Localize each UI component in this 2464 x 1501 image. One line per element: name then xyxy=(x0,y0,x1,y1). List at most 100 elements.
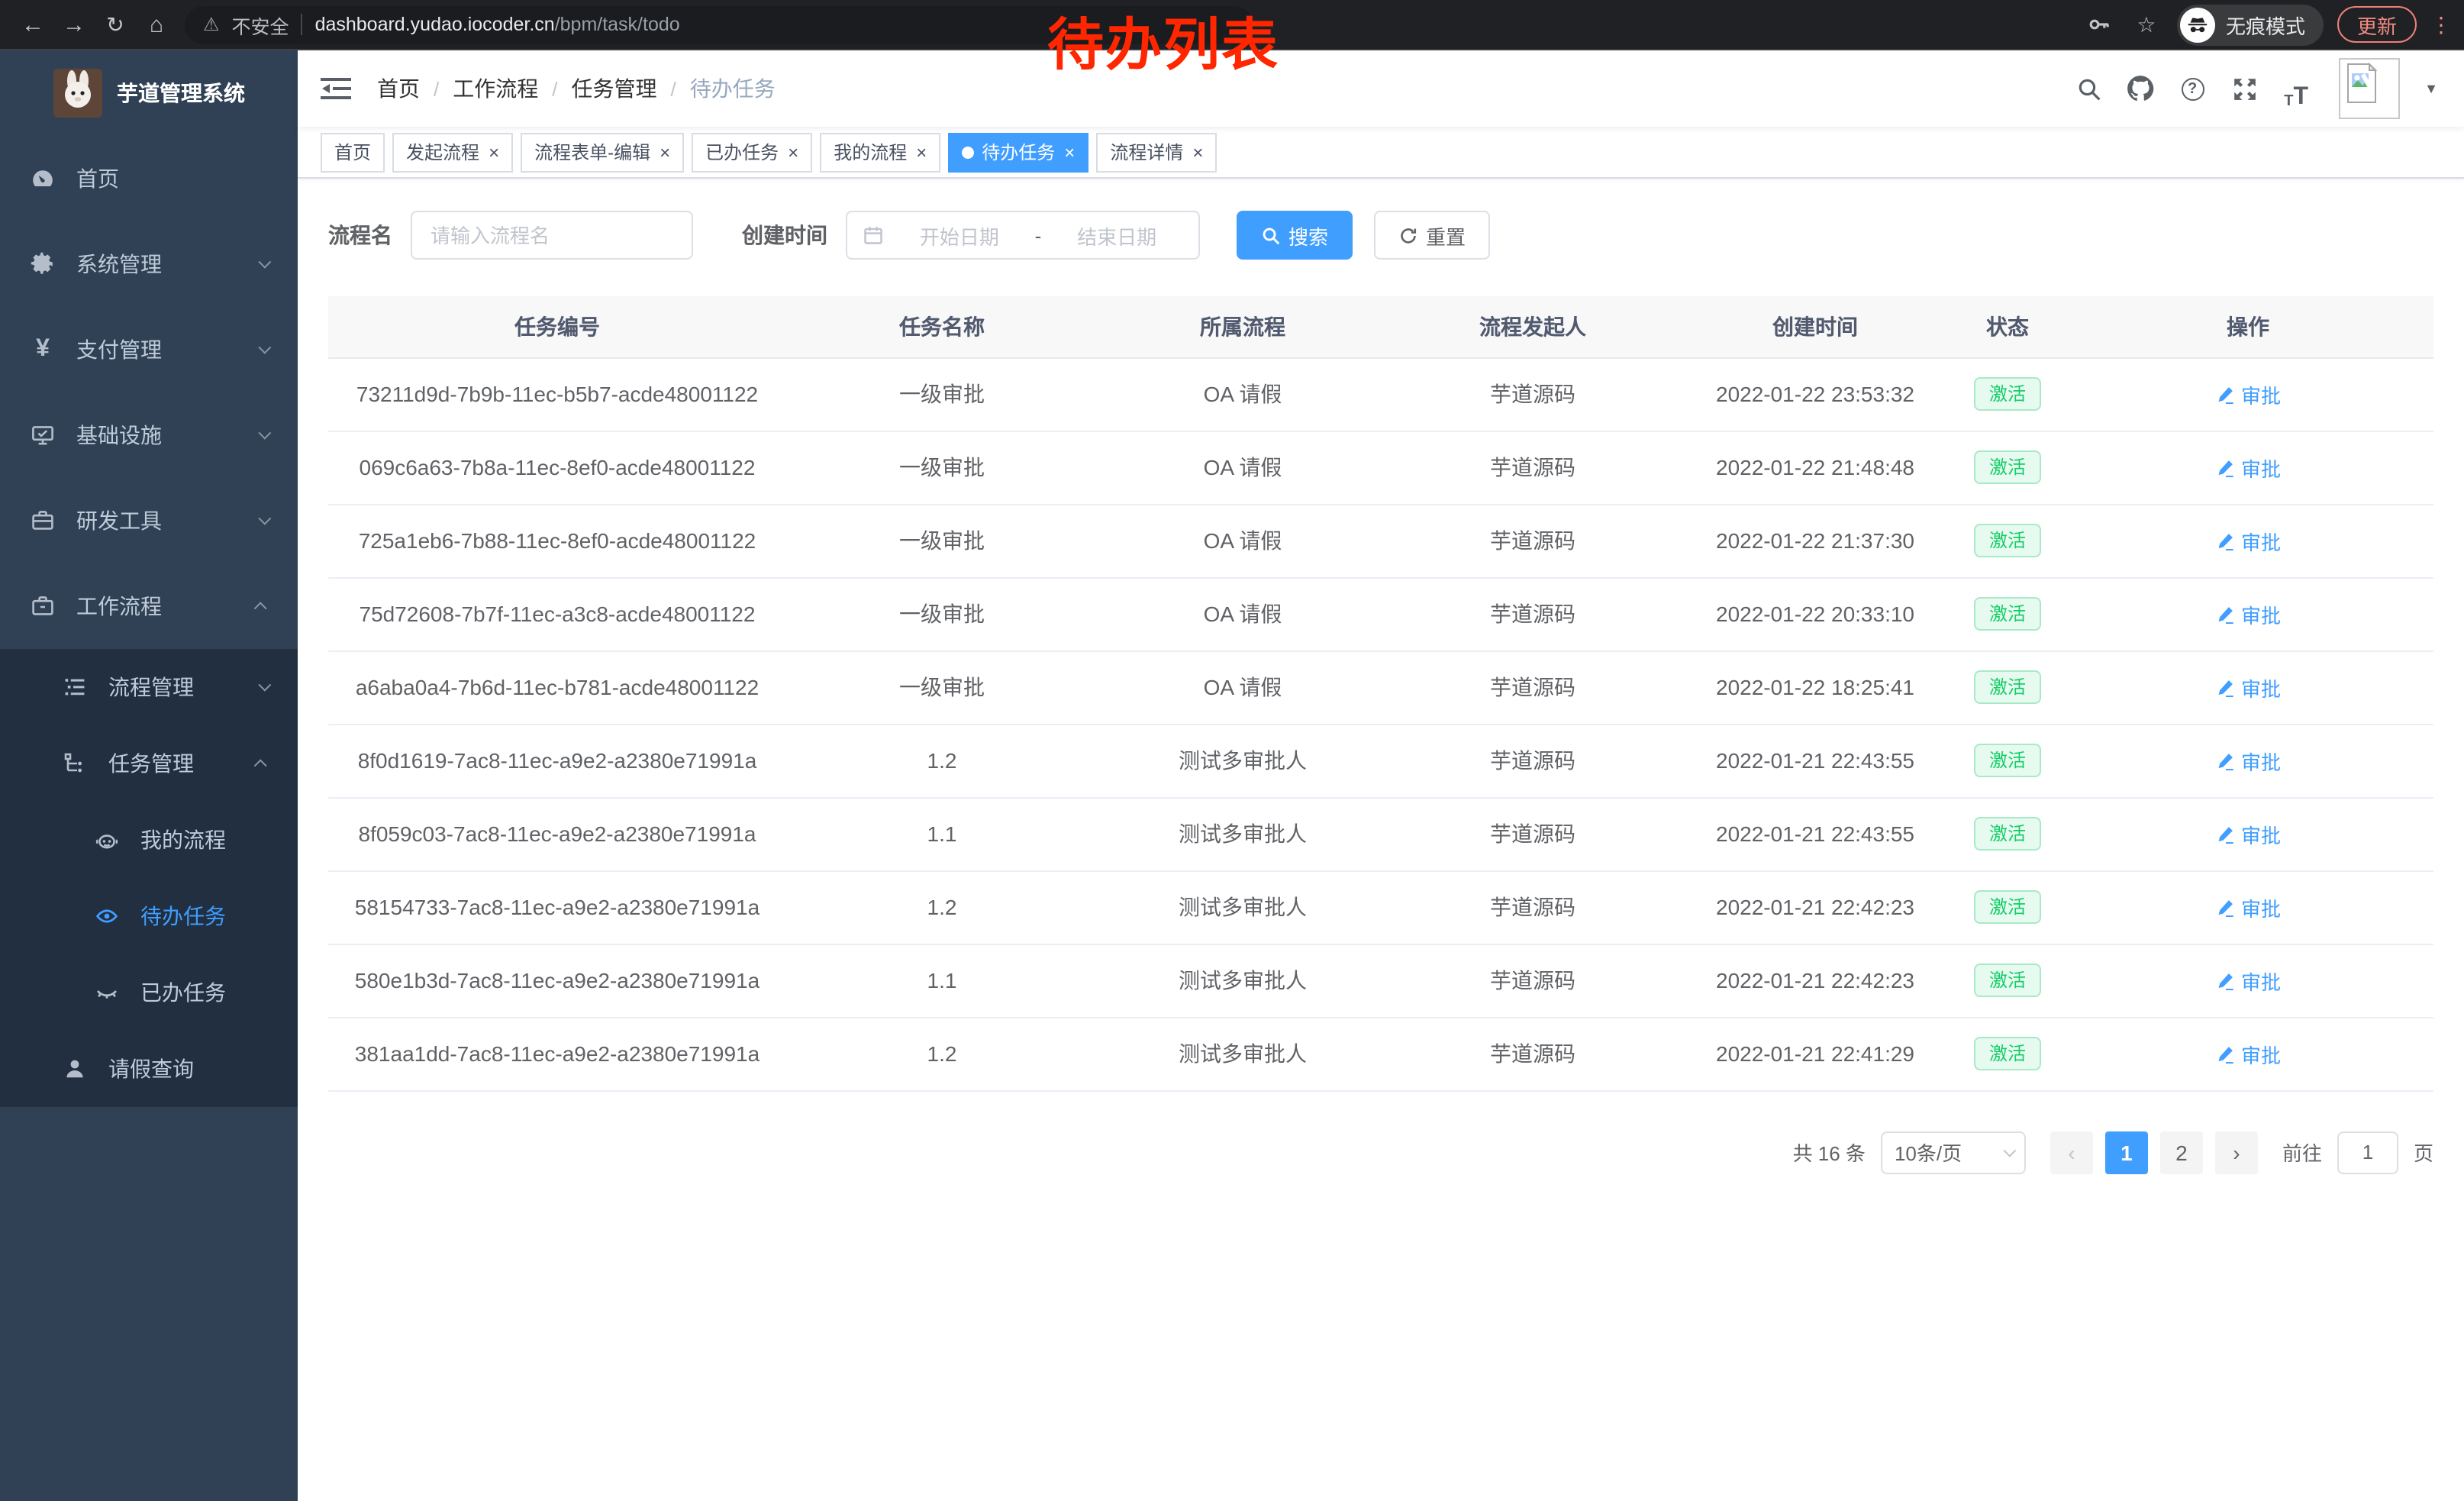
sidebar-item-process-management[interactable]: 流程管理 xyxy=(0,649,298,725)
sidebar-item-leave-query[interactable]: 请假查询 xyxy=(0,1031,298,1107)
sidebar: 芋道管理系统 首页 系统管理 ¥ 支付管理 xyxy=(0,50,298,1501)
sidebar-item-home[interactable]: 首页 xyxy=(0,136,298,221)
cell-task-name: 1.2 xyxy=(786,1017,1098,1090)
page-button-2[interactable]: 2 xyxy=(2160,1131,2203,1173)
tab-close-icon[interactable]: × xyxy=(1192,143,1203,161)
sidebar-item-system[interactable]: 系统管理 xyxy=(0,221,298,307)
browser-forward-button[interactable]: → xyxy=(53,4,95,45)
start-date-placeholder[interactable]: 开始日期 xyxy=(893,221,1026,250)
eye-closed-icon xyxy=(95,980,119,1005)
approve-link[interactable]: 审批 xyxy=(2215,746,2281,775)
browser-back-button[interactable]: ← xyxy=(12,4,53,45)
column-header-status: 状态 xyxy=(1953,296,2062,357)
browser-update-button[interactable]: 更新 xyxy=(2337,6,2417,43)
sidebar-item-task-management[interactable]: 任务管理 xyxy=(0,725,298,802)
approve-link[interactable]: 审批 xyxy=(2215,893,2281,922)
cell-task-name: 一级审批 xyxy=(786,650,1098,724)
end-date-placeholder[interactable]: 结束日期 xyxy=(1050,221,1183,250)
sidebar-item-todo-task[interactable]: 待办任务 xyxy=(0,878,298,954)
next-page-button[interactable]: › xyxy=(2215,1131,2258,1173)
pencil-icon xyxy=(2215,750,2235,770)
tab-close-icon[interactable]: × xyxy=(1064,143,1075,161)
tab-my-process[interactable]: 我的流程 × xyxy=(820,132,940,172)
process-name-input[interactable] xyxy=(411,211,693,260)
table-header-row: 任务编号 任务名称 所属流程 流程发起人 创建时间 状态 操作 xyxy=(328,296,2433,357)
column-header-actions: 操作 xyxy=(2062,296,2433,357)
cell-task-id: 73211d9d-7b9b-11ec-b5b7-acde48001122 xyxy=(328,357,786,431)
sidebar-item-pay[interactable]: ¥ 支付管理 xyxy=(0,307,298,392)
approve-link[interactable]: 审批 xyxy=(2215,453,2281,482)
tab-process-detail[interactable]: 流程详情 × xyxy=(1096,132,1217,172)
approve-link[interactable]: 审批 xyxy=(2215,673,2281,702)
browser-menu-icon[interactable]: ⋮ xyxy=(2430,11,2452,37)
cell-initiator: 芋道源码 xyxy=(1388,870,1678,944)
column-header-initiator: 流程发起人 xyxy=(1388,296,1678,357)
address-bar[interactable]: ⚠ 不安全 dashboard.yudao.iocoder.cn/bpm/tas… xyxy=(185,5,1253,44)
font-size-icon[interactable]: TT xyxy=(2275,67,2317,110)
sidebar-item-my-process[interactable]: 我的流程 xyxy=(0,802,298,878)
approve-link[interactable]: 审批 xyxy=(2215,1039,2281,1068)
robot-face-icon xyxy=(95,828,119,852)
sidebar-item-infra[interactable]: 基础设施 xyxy=(0,392,298,478)
sidebar-item-dev[interactable]: 研发工具 xyxy=(0,478,298,563)
page-url: dashboard.yudao.iocoder.cn/bpm/task/todo xyxy=(315,14,680,35)
pencil-icon xyxy=(2215,897,2235,917)
cell-task-id: 58154733-7ac8-11ec-a9e2-a2380e71991a xyxy=(328,870,786,944)
cell-process: 测试多审批人 xyxy=(1098,870,1388,944)
sidebar-item-done-task[interactable]: 已办任务 xyxy=(0,954,298,1031)
breadcrumb-task-management[interactable]: 任务管理 xyxy=(572,73,657,104)
tab-todo-task[interactable]: 待办任务 × xyxy=(948,132,1088,172)
reset-button[interactable]: 重置 xyxy=(1374,211,1490,260)
breadcrumb-home[interactable]: 首页 xyxy=(377,73,420,104)
app-logo-row[interactable]: 芋道管理系统 xyxy=(0,50,298,136)
search-button-label: 搜索 xyxy=(1288,221,1328,250)
tab-close-icon[interactable]: × xyxy=(788,143,798,161)
column-header-task-id: 任务编号 xyxy=(328,296,786,357)
create-time-range-picker[interactable]: 开始日期 - 结束日期 xyxy=(846,211,1200,260)
help-icon[interactable]: ? xyxy=(2171,67,2214,110)
range-separator: - xyxy=(1035,224,1042,247)
sidebar-collapse-icon[interactable] xyxy=(321,76,351,101)
search-icon xyxy=(1261,225,1281,245)
sidebar-item-label: 我的流程 xyxy=(140,825,267,855)
tab-home[interactable]: 首页 xyxy=(321,132,385,172)
goto-page-input[interactable] xyxy=(2337,1131,2398,1173)
fullscreen-icon[interactable] xyxy=(2223,67,2266,110)
tab-done-task[interactable]: 已办任务 × xyxy=(692,132,812,172)
cell-task-name: 一级审批 xyxy=(786,431,1098,504)
tab-close-icon[interactable]: × xyxy=(489,143,499,161)
approve-link[interactable]: 审批 xyxy=(2215,599,2281,628)
process-name-label: 流程名 xyxy=(328,220,392,250)
browser-reload-button[interactable]: ↻ xyxy=(95,4,136,45)
browser-home-button[interactable]: ⌂ xyxy=(136,4,177,45)
not-secure-warning-icon: ⚠ xyxy=(203,14,220,35)
tab-process-form-edit[interactable]: 流程表单-编辑 × xyxy=(521,132,684,172)
approve-link[interactable]: 审批 xyxy=(2215,966,2281,995)
breadcrumb-separator: / xyxy=(434,77,439,100)
approve-link[interactable]: 审批 xyxy=(2215,526,2281,555)
github-icon[interactable] xyxy=(2119,67,2162,110)
reset-button-label: 重置 xyxy=(1426,221,1466,250)
tab-start-process[interactable]: 发起流程 × xyxy=(392,132,513,172)
page-button-1[interactable]: 1 xyxy=(2105,1131,2148,1173)
cell-initiator: 芋道源码 xyxy=(1388,577,1678,650)
sidebar-item-workflow[interactable]: 工作流程 xyxy=(0,563,298,649)
column-header-process: 所属流程 xyxy=(1098,296,1388,357)
password-key-icon[interactable] xyxy=(2082,8,2116,41)
header-search-icon[interactable] xyxy=(2067,67,2110,110)
avatar[interactable] xyxy=(2339,58,2400,119)
bookmark-star-icon[interactable]: ☆ xyxy=(2130,8,2163,41)
page-size-select[interactable]: 10条/页 xyxy=(1881,1131,2026,1173)
avatar-caret-icon[interactable]: ▼ xyxy=(2424,81,2438,96)
approve-link[interactable]: 审批 xyxy=(2215,379,2281,408)
tab-close-icon[interactable]: × xyxy=(916,143,927,161)
breadcrumb-workflow[interactable]: 工作流程 xyxy=(453,73,538,104)
tab-close-icon[interactable]: × xyxy=(660,143,670,161)
cell-process: OA 请假 xyxy=(1098,650,1388,724)
cell-task-id: 725a1eb6-7b88-11ec-8ef0-acde48001122 xyxy=(328,504,786,577)
prev-page-button[interactable]: ‹ xyxy=(2050,1131,2093,1173)
browser-toolbar: ← → ↻ ⌂ ⚠ 不安全 dashboard.yudao.iocoder.cn… xyxy=(0,0,2464,50)
approve-link[interactable]: 审批 xyxy=(2215,819,2281,848)
cell-process: 测试多审批人 xyxy=(1098,724,1388,797)
search-button[interactable]: 搜索 xyxy=(1237,211,1353,260)
